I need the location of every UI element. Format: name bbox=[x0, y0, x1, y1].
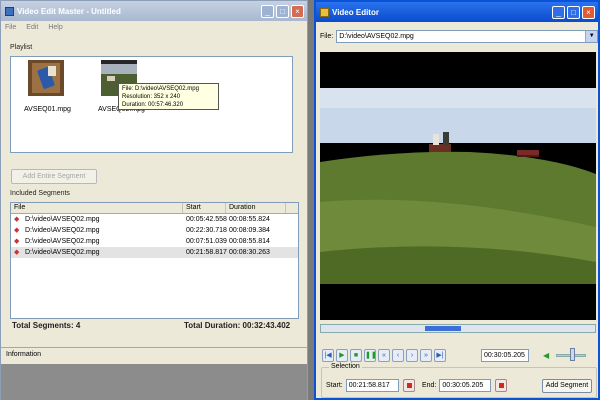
end-field: End: 00:30:05.205 bbox=[422, 379, 508, 392]
table-header: File Start Duration bbox=[11, 203, 298, 214]
speaker-icon[interactable]: ◀ bbox=[543, 351, 549, 360]
playlist-label: Playlist bbox=[10, 44, 33, 51]
total-segments-label: Total Segments: bbox=[12, 321, 74, 330]
right-window-title: Video Editor bbox=[332, 7, 379, 17]
table-row[interactable]: ◆ D:\video\AVSEQ02.mpg 00:21:58.817 00:08… bbox=[11, 247, 298, 258]
segment-start: 00:07:51.039 bbox=[186, 238, 227, 245]
segment-duration: 00:08:55.824 bbox=[229, 216, 270, 223]
mark-out-icon bbox=[499, 383, 505, 388]
playlist-thumbnail-1[interactable] bbox=[28, 60, 64, 96]
pause-icon[interactable]: ❚❚ bbox=[364, 349, 377, 362]
selection-group: Selection Start: 00:21:58.817 End: 00:30… bbox=[321, 363, 597, 398]
maximize-icon[interactable]: □ bbox=[276, 4, 289, 18]
segment-duration: 00:08:55.814 bbox=[229, 238, 270, 245]
total-segments: Total Segments: 4 bbox=[12, 321, 80, 330]
left-window-title: Video Edit Master - Untitled bbox=[17, 6, 121, 16]
file-label: File: bbox=[320, 33, 334, 40]
playlist-item-label-1: AVSEQ01.mpg bbox=[24, 106, 71, 113]
segment-file: D:\video\AVSEQ02.mpg bbox=[25, 227, 100, 234]
file-combo[interactable]: D:\video\AVSEQ02.mpg ▼ bbox=[336, 30, 599, 43]
col-file-header[interactable]: File bbox=[11, 203, 183, 213]
table-row[interactable]: ◆ D:\video\AVSEQ02.mpg 00:07:51.039 00:08… bbox=[11, 236, 298, 247]
menu-file[interactable]: File bbox=[5, 24, 16, 31]
set-start-button[interactable] bbox=[402, 379, 415, 392]
transport-controls: |◀ ▶ ■ ❚❚ « ‹ › » ▶| bbox=[322, 349, 446, 362]
start-input[interactable]: 00:21:58.817 bbox=[345, 379, 399, 392]
chevron-down-icon[interactable]: ▼ bbox=[585, 31, 598, 42]
total-duration-value: 00:32:43.402 bbox=[242, 321, 291, 330]
segment-start: 00:05:42.558 bbox=[186, 216, 227, 223]
left-title-bar[interactable]: Video Edit Master - Untitled _ □ × bbox=[1, 1, 307, 21]
video-edit-master-window: Video Edit Master - Untitled _ □ × File … bbox=[0, 0, 308, 400]
status-bar: Information bbox=[1, 347, 307, 364]
end-input[interactable]: 00:30:05.205 bbox=[439, 379, 492, 392]
start-label: Start: bbox=[326, 382, 343, 389]
total-segments-value: 4 bbox=[75, 321, 81, 330]
close-icon[interactable]: × bbox=[291, 4, 304, 18]
table-row[interactable]: ◆ D:\video\AVSEQ02.mpg 00:22:30.718 00:08… bbox=[11, 225, 298, 236]
tooltip-resolution: Resolution: 352 x 240 bbox=[122, 94, 181, 100]
start-field: Start: 00:21:58.817 bbox=[326, 379, 415, 392]
video-editor-window: Video Editor _ □ × File: D:\video\AVSEQ0… bbox=[314, 0, 600, 400]
video-file-icon: ◆ bbox=[14, 216, 20, 223]
set-end-button[interactable] bbox=[495, 379, 508, 392]
status-panel bbox=[1, 364, 307, 400]
menu-edit[interactable]: Edit bbox=[26, 24, 38, 31]
rewind-fast-icon[interactable]: « bbox=[378, 349, 390, 362]
add-entire-segment-button[interactable]: Add Entire Segment bbox=[11, 169, 97, 184]
forward-fast-icon[interactable]: » bbox=[420, 349, 432, 362]
mark-in-icon bbox=[406, 383, 412, 388]
col-start-header[interactable]: Start bbox=[183, 203, 226, 213]
video-file-icon: ◆ bbox=[14, 238, 20, 245]
segment-file: D:\video\AVSEQ02.mpg bbox=[25, 249, 100, 256]
skip-start-icon[interactable]: |◀ bbox=[322, 349, 334, 362]
app-icon bbox=[5, 6, 14, 16]
selection-range bbox=[425, 326, 461, 331]
close-icon[interactable]: × bbox=[582, 5, 595, 19]
play-icon[interactable]: ▶ bbox=[336, 349, 348, 362]
segment-duration: 00:08:09.384 bbox=[229, 227, 270, 234]
table-row[interactable]: ◆ D:\video\AVSEQ02.mpg 00:05:42.558 00:08… bbox=[11, 214, 298, 225]
step-back-icon[interactable]: ‹ bbox=[392, 349, 404, 362]
segment-start: 00:21:58.817 bbox=[186, 249, 227, 256]
volume-thumb[interactable] bbox=[570, 348, 575, 361]
minimize-icon[interactable]: _ bbox=[261, 4, 274, 18]
included-segments-label: Included Segments bbox=[10, 190, 70, 197]
video-file-icon: ◆ bbox=[14, 249, 20, 256]
video-thumbnail-icon bbox=[28, 60, 64, 96]
menu-help[interactable]: Help bbox=[48, 24, 62, 31]
segment-duration: 00:08:30.263 bbox=[229, 249, 270, 256]
maximize-icon[interactable]: □ bbox=[567, 5, 580, 19]
editor-app-icon bbox=[320, 7, 329, 17]
stop-icon[interactable]: ■ bbox=[350, 349, 362, 362]
right-title-bar[interactable]: Video Editor _ □ × bbox=[316, 2, 598, 22]
menu-bar: File Edit Help bbox=[1, 21, 307, 33]
seek-slider[interactable] bbox=[320, 324, 596, 333]
video-frame bbox=[320, 52, 596, 320]
col-duration-header[interactable]: Duration bbox=[226, 203, 286, 213]
tooltip-file: File: D:\video\AVSEQ02.mpg bbox=[122, 86, 199, 92]
total-duration: Total Duration: 00:32:43.402 bbox=[184, 321, 290, 330]
file-selector: File: D:\video\AVSEQ02.mpg ▼ bbox=[320, 30, 599, 43]
video-file-icon: ◆ bbox=[14, 227, 20, 234]
step-forward-icon[interactable]: › bbox=[406, 349, 418, 362]
add-segment-button[interactable]: Add Segment bbox=[542, 379, 592, 393]
selection-label: Selection bbox=[329, 363, 362, 370]
video-preview[interactable] bbox=[320, 52, 596, 320]
total-duration-label: Total Duration: bbox=[184, 321, 241, 330]
time-display: 00:30:05.205 bbox=[481, 349, 529, 362]
file-info-tooltip: File: D:\video\AVSEQ02.mpg Resolution: 3… bbox=[118, 83, 219, 110]
segment-file: D:\video\AVSEQ02.mpg bbox=[25, 216, 100, 223]
segment-start: 00:22:30.718 bbox=[186, 227, 227, 234]
end-label: End: bbox=[422, 382, 437, 389]
minimize-icon[interactable]: _ bbox=[552, 5, 565, 19]
segments-table[interactable]: File Start Duration ◆ D:\video\AVSEQ02.mp… bbox=[10, 202, 299, 319]
file-value: D:\video\AVSEQ02.mpg bbox=[339, 33, 414, 40]
tooltip-duration: Duration: 00:57:46.320 bbox=[122, 102, 184, 108]
skip-end-icon[interactable]: ▶| bbox=[434, 349, 446, 362]
segment-file: D:\video\AVSEQ02.mpg bbox=[25, 238, 100, 245]
